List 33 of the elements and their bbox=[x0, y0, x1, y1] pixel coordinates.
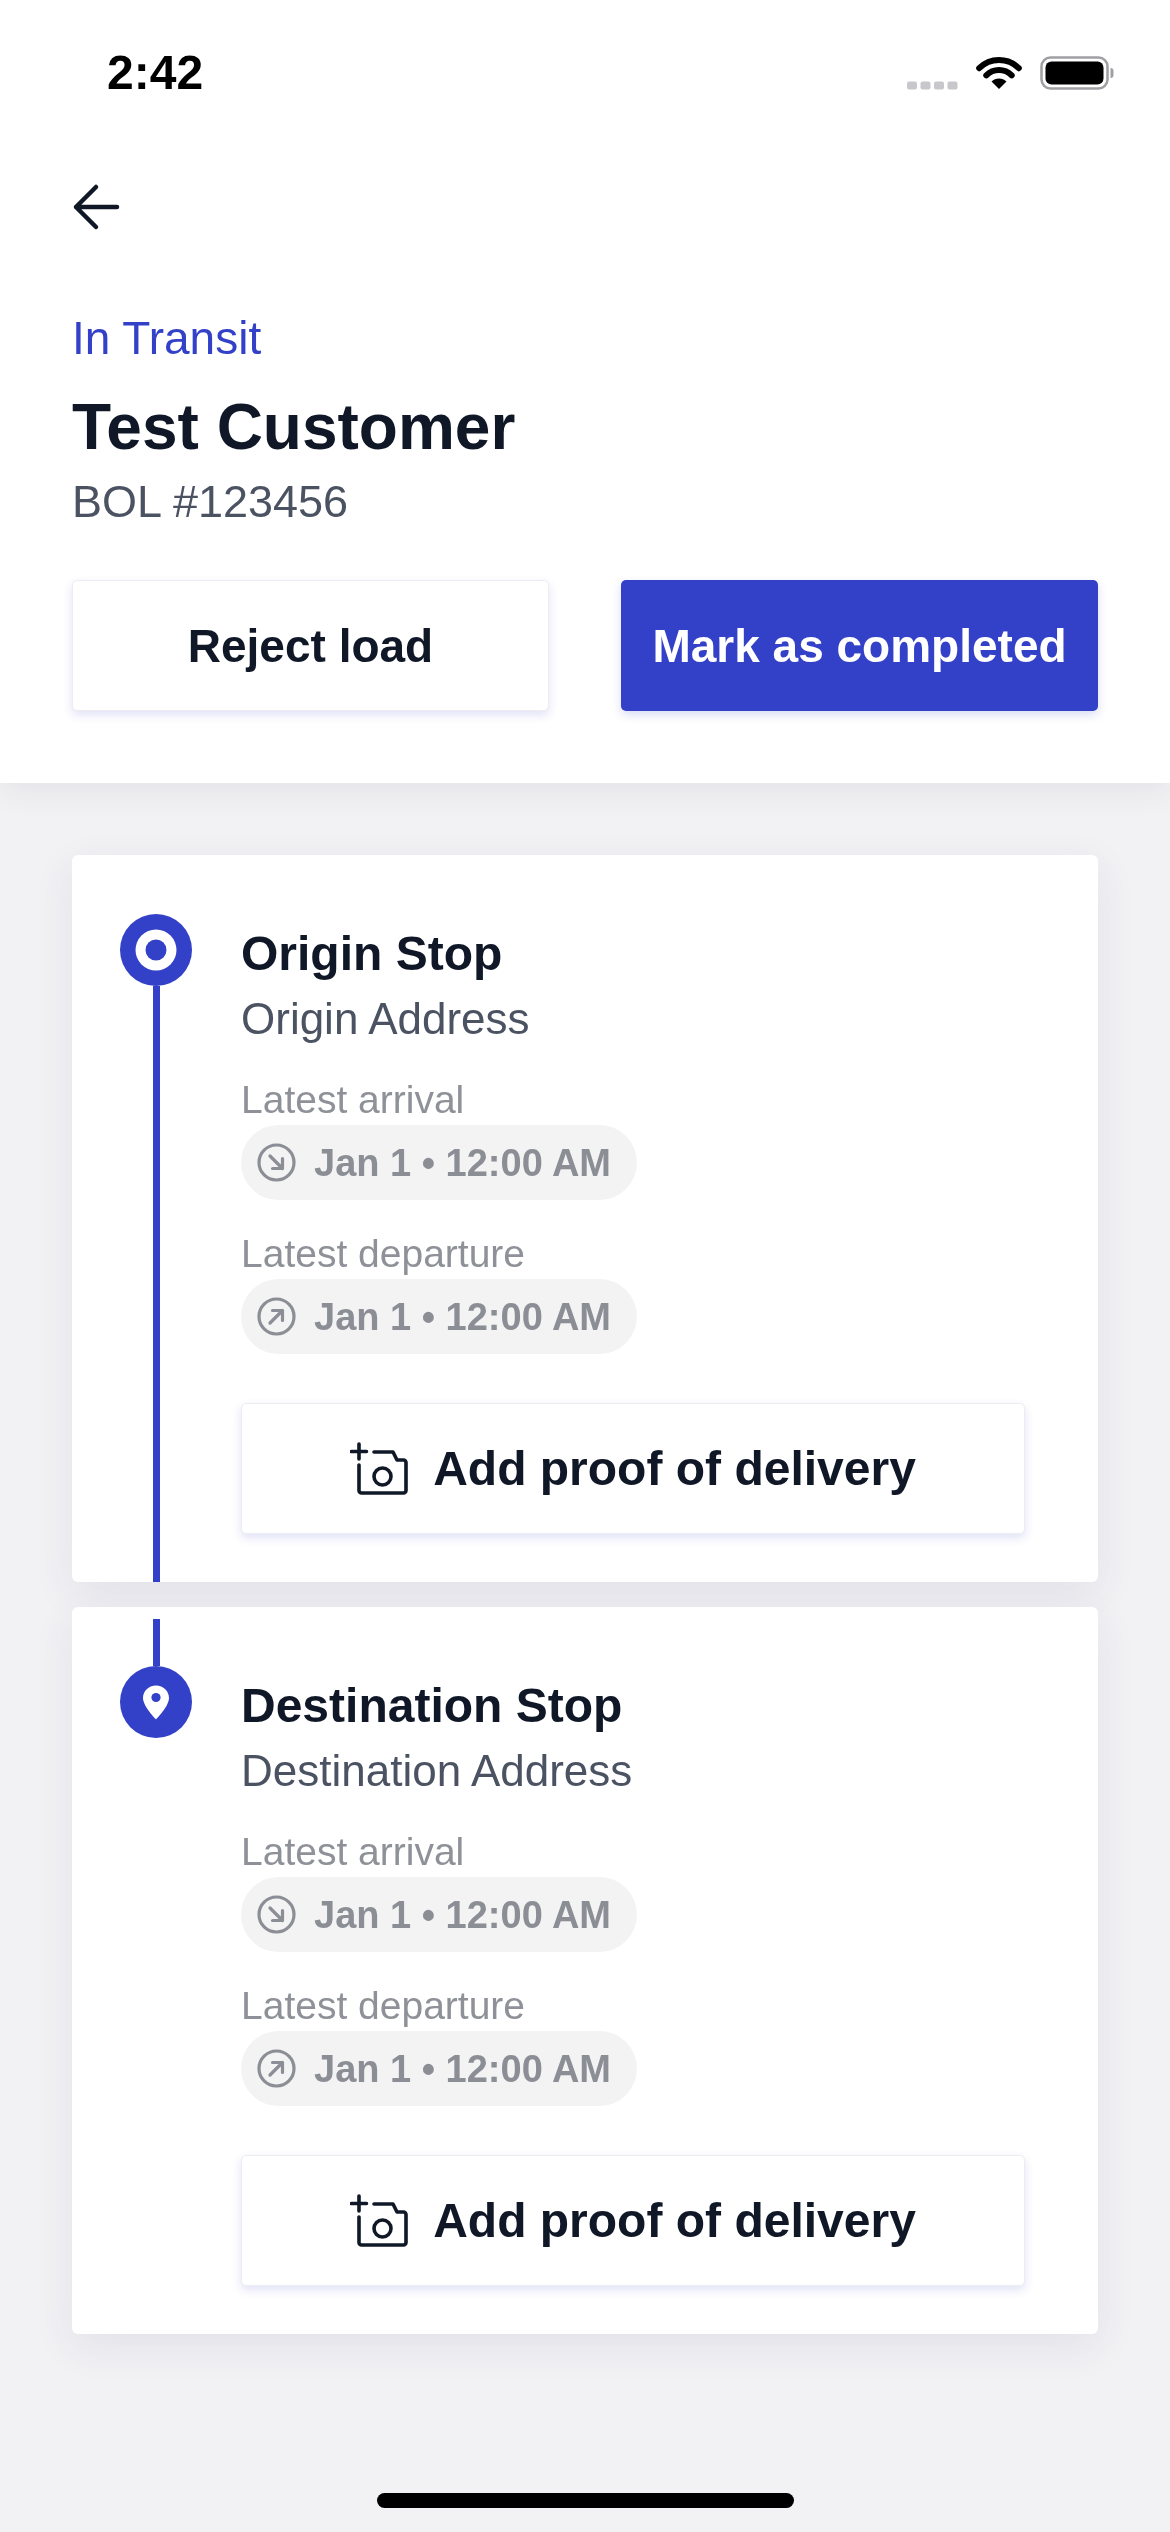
mark-completed-button[interactable]: Mark as completed bbox=[621, 580, 1098, 711]
time-label: Latest arrival bbox=[241, 1077, 465, 1123]
add-proof-button[interactable]: Add proof of delivery bbox=[241, 2155, 1025, 2286]
camera-plus-icon bbox=[350, 2194, 409, 2247]
time-label: Latest departure bbox=[241, 1231, 526, 1277]
stop-address: Destination Address bbox=[241, 1745, 633, 1797]
map-pin-icon bbox=[120, 1666, 192, 1738]
time-label: Latest departure bbox=[241, 1983, 526, 2029]
signal-icon bbox=[907, 80, 958, 90]
arrow-up-right-circle-icon bbox=[257, 1297, 296, 1336]
arrow-left-icon bbox=[72, 183, 120, 231]
wifi-icon bbox=[975, 56, 1023, 90]
arrow-up-right-circle-icon bbox=[257, 2049, 296, 2088]
camera-plus-icon bbox=[350, 1442, 409, 1495]
bol-number: BOL #123456 bbox=[72, 475, 349, 529]
stop-address: Origin Address bbox=[241, 993, 530, 1045]
status-label: In Transit bbox=[72, 311, 262, 366]
time-value: Jan 1 • 12:00 AM bbox=[314, 2046, 612, 2092]
time-value: Jan 1 • 12:00 AM bbox=[314, 1140, 612, 1186]
time-value: Jan 1 • 12:00 AM bbox=[314, 1892, 612, 1938]
add-proof-button[interactable]: Add proof of delivery bbox=[241, 1403, 1025, 1534]
ring-marker-icon bbox=[120, 914, 192, 986]
arrow-down-right-circle-icon bbox=[257, 1895, 296, 1934]
stop-title: Destination Stop bbox=[241, 1678, 623, 1734]
arrow-down-right-circle-icon bbox=[257, 1143, 296, 1182]
time-value: Jan 1 • 12:00 AM bbox=[314, 1294, 612, 1340]
status-time: 2:42 bbox=[107, 45, 204, 101]
stop-title: Origin Stop bbox=[241, 926, 503, 982]
battery-icon bbox=[1040, 56, 1115, 90]
back-button[interactable] bbox=[72, 183, 120, 231]
customer-name: Test Customer bbox=[72, 390, 516, 465]
reject-load-button[interactable]: Reject load bbox=[72, 580, 549, 711]
time-label: Latest arrival bbox=[241, 1829, 465, 1875]
